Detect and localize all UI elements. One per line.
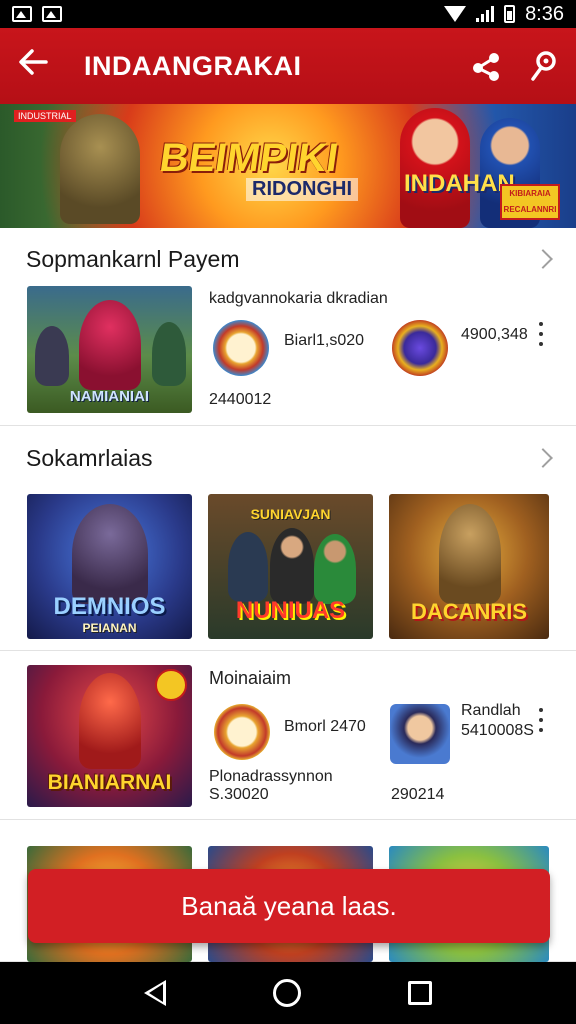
nav-home-icon[interactable] — [272, 979, 301, 1007]
more-vertical-icon[interactable] — [538, 322, 544, 346]
app-title: INDAANGRAKAI — [84, 50, 302, 81]
battery-icon — [504, 5, 516, 23]
app-icon[interactable] — [392, 320, 448, 376]
game-tile[interactable]: SUNIAVJAN NUNIUAS — [208, 494, 373, 639]
section-featured: Sopmankarnl Payem NAMIANIAI kadgvannokar… — [0, 228, 576, 426]
section-title: Sokamrlaias — [26, 444, 153, 471]
chevron-right-icon[interactable] — [533, 448, 553, 468]
action-banner-button[interactable]: Banaă yeana laas. — [28, 869, 550, 943]
app-icon[interactable] — [213, 320, 269, 376]
tile-label: NUNIUAS — [235, 597, 346, 624]
location-pin-icon[interactable] — [528, 50, 560, 82]
promo-banner[interactable]: INDUSTRIAL BEIMPIKI RIDONGHI INDAHAN KIB… — [0, 104, 576, 228]
share-icon[interactable] — [470, 50, 502, 82]
banner-right-title: INDAHAN — [404, 170, 515, 197]
chevron-right-icon[interactable] — [533, 249, 553, 269]
banner-badge: KIBIARAIA RECALANNRI — [500, 184, 560, 220]
arrow-left-icon[interactable] — [16, 45, 56, 88]
section-games: Sokamrlaias DEMNIOS PEIANAN SUNIAVJAN NU… — [0, 427, 576, 651]
banner-title: BEIMPIKI — [156, 136, 341, 180]
item-title: Moinaiaim — [209, 668, 292, 688]
banner-character-1 — [400, 108, 470, 228]
status-indicators: 8:36 — [444, 3, 564, 26]
tile-sublabel: PEIANAN — [82, 621, 137, 635]
image-notification-icon — [12, 6, 32, 22]
notification-icons — [12, 6, 62, 22]
wifi-icon — [444, 6, 467, 22]
system-nav-bar — [0, 962, 576, 1024]
section-header[interactable]: Sopmankarnl Payem — [26, 242, 553, 276]
thumbnail-label: NAMIANIAI — [69, 388, 150, 405]
app-actions — [470, 50, 560, 82]
item-value: 4900,348 — [461, 326, 528, 343]
tile-label: DACANRIS — [410, 599, 528, 624]
signal-icon — [476, 6, 495, 22]
status-bar: 8:36 — [0, 0, 576, 28]
banner-tag: INDUSTRIAL — [14, 110, 76, 122]
app-icon[interactable] — [214, 704, 270, 760]
item-date: 290214 — [391, 786, 445, 803]
game-thumbnail[interactable]: BIANIARNAI — [27, 665, 192, 807]
tile-sublabel: SUNIAVJAN — [250, 506, 331, 522]
item-value: Biarl1,s020 — [284, 332, 365, 349]
section-header[interactable]: Sokamrlaias — [26, 441, 553, 475]
banner-hero-figure — [60, 114, 140, 224]
item-description: kadgvannokaria dkradian — [209, 290, 388, 307]
item-value: Bmorl 2470 — [284, 718, 366, 735]
item-date: 2440012 — [209, 391, 272, 408]
section-list: BIANIARNAI Moinaiaim Bmorl 2470 Randlah … — [0, 652, 576, 820]
nav-back-icon[interactable] — [143, 980, 166, 1006]
item-description: Plonadrassynnon — [209, 768, 333, 785]
thumbnail-label: BIANIARNAI — [47, 771, 172, 794]
app-icon[interactable] — [390, 704, 450, 764]
app-bar: INDAANGRAKAI — [0, 28, 576, 104]
section-title: Sopmankarnl Payem — [26, 245, 240, 272]
more-vertical-icon[interactable] — [538, 708, 544, 732]
banner-subtitle: RIDONGHI — [246, 178, 358, 201]
status-time: 8:36 — [525, 2, 564, 25]
item-name: Randlah — [461, 702, 521, 719]
game-tile[interactable]: DACANRIS — [389, 494, 549, 639]
tile-label: DEMNIOS — [53, 593, 166, 620]
nav-recent-icon[interactable] — [408, 981, 433, 1005]
item-value: S.30020 — [209, 786, 269, 803]
item-value: 5410008S — [461, 722, 534, 739]
game-thumbnail[interactable]: NAMIANIAI — [27, 286, 192, 413]
game-tile[interactable]: DEMNIOS PEIANAN — [27, 494, 192, 639]
gallery-notification-icon — [42, 6, 62, 22]
